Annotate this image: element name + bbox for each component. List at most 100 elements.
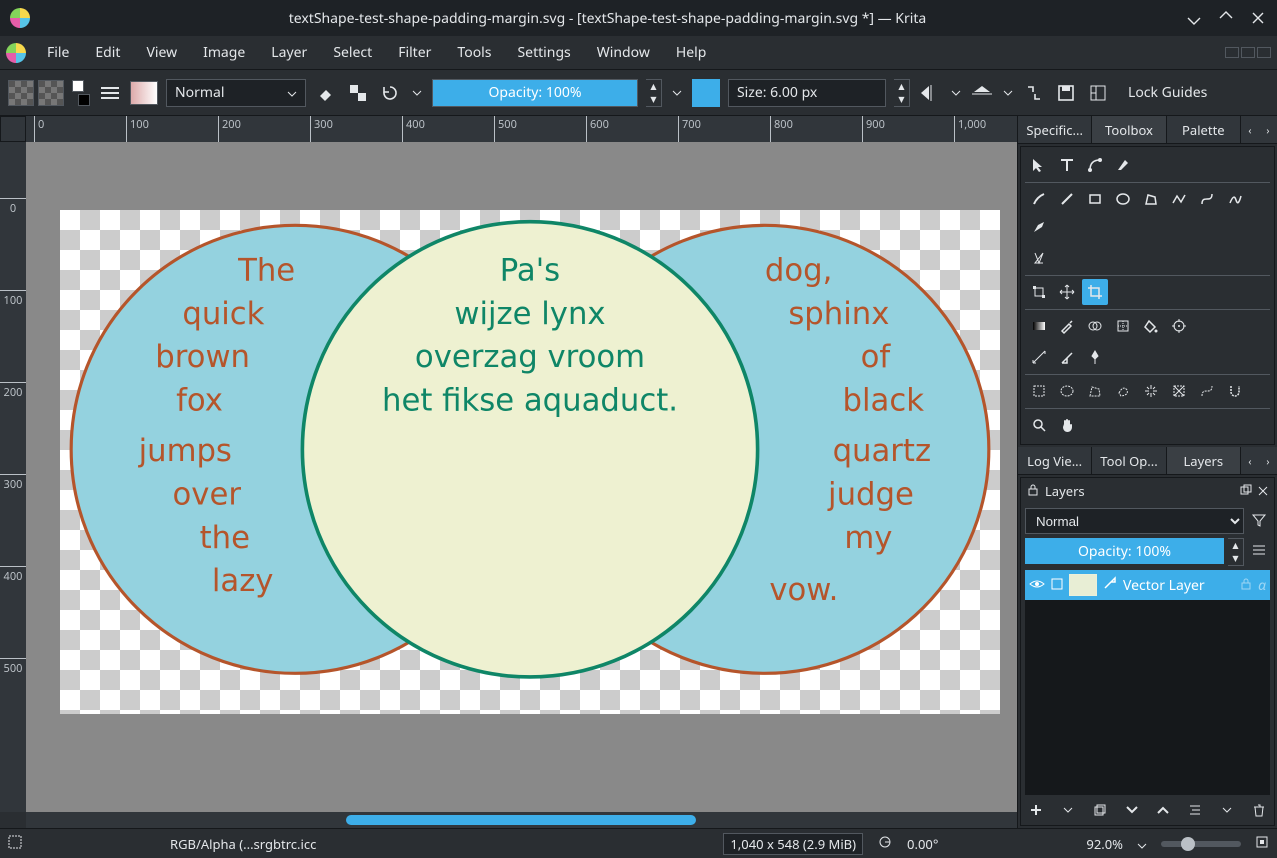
canvas-viewport[interactable]: The quick brown fox jumps over the lazy … [26,142,1017,812]
tool-select-magnetic-icon[interactable] [1222,378,1248,404]
chevron-down-icon[interactable] [410,81,424,105]
layer-name[interactable]: Vector Layer [1123,576,1234,595]
tool-move-icon[interactable] [1026,152,1052,178]
tool-pan-icon[interactable] [1054,412,1080,438]
tab-log-viewer[interactable]: Log Vie... [1018,447,1092,474]
tool-ellipse-icon[interactable] [1110,186,1136,212]
tool-freehand-path-icon[interactable] [1222,186,1248,212]
wraparound-icon[interactable] [1022,81,1046,105]
tool-fill-icon[interactable] [1138,313,1164,339]
tool-colorize-mask-icon[interactable] [1082,313,1108,339]
workspace-icon[interactable] [1086,81,1110,105]
menu-tools[interactable]: Tools [444,38,504,67]
layer-properties-menu-icon[interactable] [1216,799,1238,821]
brush-size-field[interactable]: Size: 6.00 px [728,79,886,107]
menu-layer[interactable]: Layer [258,38,320,67]
tab-toolbox[interactable]: Toolbox [1092,116,1166,143]
window-close-button[interactable] [1249,9,1267,27]
tool-polygon-icon[interactable] [1138,186,1164,212]
tool-line-icon[interactable] [1054,186,1080,212]
canvas[interactable]: The quick brown fox jumps over the lazy … [60,210,1000,714]
window-maximize-button[interactable] [1217,9,1235,27]
brush-size-stepper[interactable]: ▲▼ [894,79,910,107]
tool-reference-icon[interactable] [1054,344,1080,370]
tool-edit-shapes-icon[interactable] [1082,152,1108,178]
layer-lock-icon[interactable] [1240,576,1252,595]
scrollbar-thumb[interactable] [346,815,696,825]
mirror-vertical-icon[interactable] [970,81,994,105]
tool-multibrush-icon[interactable] [1026,245,1052,271]
mdi-close-button[interactable] [1257,47,1271,58]
pattern-swatch-icon[interactable] [38,80,64,106]
tool-measure-icon[interactable] [1026,344,1052,370]
zoom-value[interactable]: 92.0% [1086,835,1123,853]
layer-alpha-icon[interactable]: α [1258,576,1266,595]
color-profile-label[interactable]: RGB/Alpha (...srgbtrc.icc [170,835,316,853]
float-docker-icon[interactable] [1240,482,1252,500]
mdi-maximize-button[interactable] [1241,47,1255,58]
gradient-swatch-icon[interactable] [8,80,34,106]
menu-view[interactable]: View [133,38,190,67]
tab-tool-options[interactable]: Tool Op... [1092,447,1166,474]
rotation-value[interactable]: 0.00° [907,835,938,853]
tool-zoom-icon[interactable] [1026,412,1052,438]
gradient-pattern-swatches[interactable] [8,80,64,106]
tool-color-picker-icon[interactable] [1054,313,1080,339]
chevron-down-icon[interactable] [670,81,684,105]
tool-select-similar-icon[interactable] [1166,378,1192,404]
close-docker-icon[interactable] [1258,482,1268,500]
layer-options-icon[interactable] [1248,538,1270,562]
zoom-slider[interactable] [1161,841,1241,847]
tool-brush-icon[interactable] [1026,186,1052,212]
move-layer-down-button[interactable] [1121,799,1143,821]
tool-select-freehand-icon[interactable] [1110,378,1136,404]
tool-gradient-icon[interactable] [1026,313,1052,339]
tab-scroll-left-icon[interactable]: ‹ [1241,447,1259,474]
tool-rectangle-icon[interactable] [1082,186,1108,212]
filter-layers-icon[interactable] [1248,508,1270,532]
menu-settings[interactable]: Settings [504,38,583,67]
selection-status-icon[interactable] [8,835,22,853]
blend-mode-select[interactable]: Normal [166,79,306,107]
brush-settings-icon[interactable] [98,81,122,105]
menu-filter[interactable]: Filter [385,38,444,67]
zoom-menu-icon[interactable] [1137,835,1147,853]
tool-select-ellipse-icon[interactable] [1054,378,1080,404]
brush-preset-thumb[interactable] [130,81,158,105]
menu-select[interactable]: Select [320,38,385,67]
tool-select-polygon-icon[interactable] [1082,378,1108,404]
menu-help[interactable]: Help [663,38,720,67]
delete-layer-button[interactable] [1248,799,1270,821]
tool-select-rect-icon[interactable] [1026,378,1052,404]
mdi-minimize-button[interactable] [1225,47,1239,58]
tool-pin-icon[interactable] [1082,344,1108,370]
fg-bg-color-swatch[interactable] [72,80,90,106]
layer-list[interactable]: Vector Layer α [1025,570,1270,795]
tool-transform-icon[interactable] [1026,279,1052,305]
eraser-mode-icon[interactable] [314,81,338,105]
menu-file[interactable]: File [34,38,82,67]
lock-guides-button[interactable]: Lock Guides [1128,83,1207,102]
save-icon[interactable] [1054,81,1078,105]
duplicate-layer-button[interactable] [1089,799,1111,821]
window-minimize-button[interactable] [1185,9,1203,27]
tool-move-layer-icon[interactable] [1054,279,1080,305]
layer-row[interactable]: Vector Layer α [1025,570,1270,600]
tool-bezier-icon[interactable] [1194,186,1220,212]
chevron-down-icon[interactable] [950,81,962,105]
reload-brush-icon[interactable] [378,81,402,105]
tool-assistants-icon[interactable] [1166,313,1192,339]
opacity-slider[interactable]: Opacity: 100% [432,79,638,107]
add-layer-menu-icon[interactable] [1057,799,1079,821]
tab-layers[interactable]: Layers [1167,447,1241,474]
tool-crop-icon[interactable] [1082,279,1108,305]
tab-scroll-right-icon[interactable]: › [1259,447,1277,474]
layer-properties-button[interactable] [1184,799,1206,821]
rotation-icon[interactable] [877,834,893,854]
vertical-ruler[interactable]: 0 100 200 300 400 500 [0,142,26,812]
tab-palette[interactable]: Palette [1167,116,1241,143]
tool-polyline-icon[interactable] [1166,186,1192,212]
add-layer-button[interactable] [1025,799,1047,821]
menu-window[interactable]: Window [584,38,663,67]
preserve-alpha-icon[interactable] [346,81,370,105]
